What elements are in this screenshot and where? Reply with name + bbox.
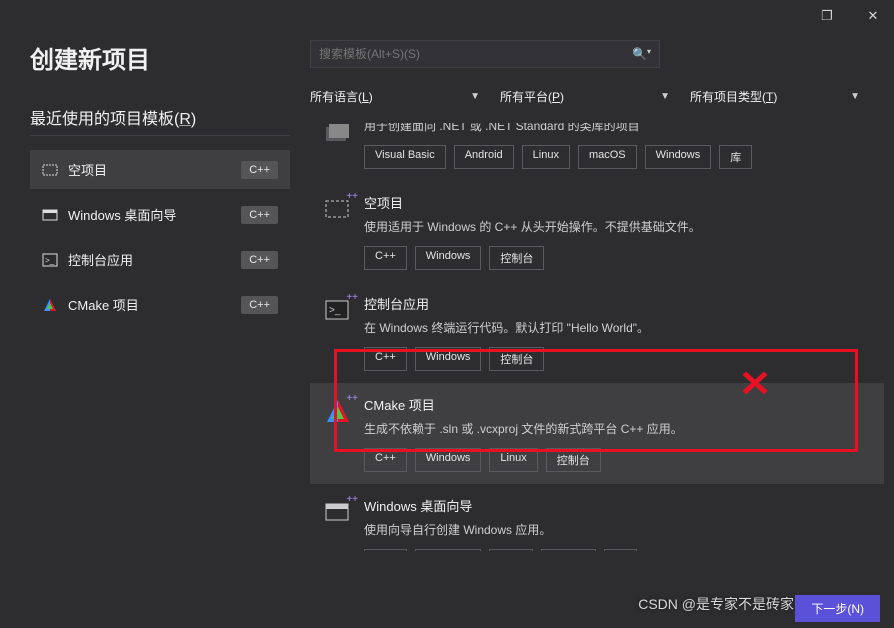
recent-item-label: CMake 项目 <box>68 295 139 314</box>
template-title: 控制台应用 <box>364 294 649 313</box>
template-icon <box>42 297 58 313</box>
template-tag: Windows <box>415 549 482 551</box>
template-item-console[interactable]: >_++ 控制台应用在 Windows 终端运行代码。默认打印 "Hello W… <box>310 282 884 383</box>
recent-item-3[interactable]: CMake 项目 C++ <box>30 285 290 324</box>
plus-badge-icon: ++ <box>346 191 358 202</box>
plus-badge-icon: ++ <box>346 292 358 303</box>
plus-badge-icon: ++ <box>346 494 358 505</box>
search-icon[interactable]: 🔍▾ <box>632 47 651 61</box>
template-icon <box>42 162 58 178</box>
next-button[interactable]: 下一步(N) <box>795 595 880 622</box>
template-item-cmake[interactable]: ++ CMake 项目生成不依赖于 .sln 或 .vcxproj 文件的新式跨… <box>310 383 884 484</box>
svg-text:>_: >_ <box>45 256 55 265</box>
filter-dropdown-0[interactable]: 所有语言(L) ▼ <box>310 86 480 107</box>
template-icon: ++ <box>324 498 352 526</box>
template-tag: C++ <box>364 347 407 371</box>
plus-badge-icon: ++ <box>346 393 358 404</box>
template-icon: >_++ <box>324 296 352 324</box>
template-icon: >_ <box>42 252 58 268</box>
search-templates[interactable]: 🔍▾ <box>310 40 660 68</box>
template-tag: Visual Basic <box>364 145 446 169</box>
filter-dropdown-2[interactable]: 所有项目类型(T) ▼ <box>690 86 860 107</box>
template-tag: 控制台 <box>489 246 544 270</box>
template-desc: 使用适用于 Windows 的 C++ 从头开始操作。不提供基础文件。 <box>364 218 701 236</box>
template-item-desktop[interactable]: ++ Windows 桌面向导使用向导自行创建 Windows 应用。 C++ Wi… <box>310 484 884 551</box>
lang-badge: C++ <box>241 296 278 314</box>
template-desc: 在 Windows 终端运行代码。默认打印 "Hello World"。 <box>364 319 649 337</box>
chevron-down-icon: ▼ <box>470 91 480 102</box>
template-item-classlib[interactable]: + 用于创建面向 .NET 或 .NET Standard 的类库的项目 Visu… <box>310 123 884 181</box>
recent-item-label: 控制台应用 <box>68 250 133 269</box>
restore-button[interactable]: ❐ <box>814 3 840 29</box>
chevron-down-icon: ▼ <box>660 91 670 102</box>
template-title: CMake 项目 <box>364 395 683 414</box>
template-tag: macOS <box>578 145 637 169</box>
template-list: + 用于创建面向 .NET 或 .NET Standard 的类库的项目 Visu… <box>310 123 894 551</box>
filter-label: 所有项目类型(T) <box>690 88 777 105</box>
template-desc: 使用向导自行创建 Windows 应用。 <box>364 521 637 539</box>
recent-item-0[interactable]: 空项目 C++ <box>30 150 290 189</box>
svg-text:>_: >_ <box>329 305 341 316</box>
lang-badge: C++ <box>241 161 278 179</box>
template-title: Windows 桌面向导 <box>364 496 637 515</box>
template-icon: + <box>324 123 352 147</box>
template-desc: 生成不依赖于 .sln 或 .vcxproj 文件的新式跨平台 C++ 应用。 <box>364 420 683 438</box>
template-title: 空项目 <box>364 193 701 212</box>
recent-item-label: Windows 桌面向导 <box>68 205 176 224</box>
template-tag: 桌面 <box>489 549 533 551</box>
template-icon <box>42 207 58 223</box>
template-tag: 库 <box>604 549 637 551</box>
filter-label: 所有语言(L) <box>310 88 373 105</box>
template-tag: Windows <box>415 246 482 270</box>
titlebar: ❐ ✕ <box>0 0 894 32</box>
template-tag: 控制台 <box>546 448 601 472</box>
template-tag: Windows <box>415 347 482 371</box>
template-tag: 控制台 <box>541 549 596 551</box>
template-tag: Android <box>454 145 514 169</box>
template-tag: Linux <box>489 448 537 472</box>
recent-item-1[interactable]: Windows 桌面向导 C++ <box>30 195 290 234</box>
template-tag: C++ <box>364 246 407 270</box>
recent-item-2[interactable]: >_ 控制台应用 C++ <box>30 240 290 279</box>
chevron-down-icon: ▼ <box>850 91 860 102</box>
watermark: CSDN @是专家不是砖家 <box>638 594 794 614</box>
template-item-empty[interactable]: ++ 空项目使用适用于 Windows 的 C++ 从头开始操作。不提供基础文件… <box>310 181 884 282</box>
filter-label: 所有平台(P) <box>500 88 564 105</box>
template-tag: 控制台 <box>489 347 544 371</box>
recent-item-label: 空项目 <box>68 160 107 179</box>
close-button[interactable]: ✕ <box>860 3 886 29</box>
template-icon: ++ <box>324 195 352 223</box>
template-tag: Linux <box>522 145 570 169</box>
template-desc: 用于创建面向 .NET 或 .NET Standard 的类库的项目 <box>364 123 752 135</box>
template-icon: ++ <box>324 397 352 425</box>
page-title: 创建新项目 <box>30 40 290 75</box>
lang-badge: C++ <box>241 251 278 269</box>
plus-badge-icon: + <box>352 123 358 126</box>
template-tag: C++ <box>364 448 407 472</box>
template-tag: C++ <box>364 549 407 551</box>
template-tag: 库 <box>719 145 752 169</box>
template-tag: Windows <box>645 145 712 169</box>
lang-badge: C++ <box>241 206 278 224</box>
recent-heading: 最近使用的项目模板(R) <box>30 105 290 136</box>
search-input[interactable] <box>319 47 632 61</box>
filter-dropdown-1[interactable]: 所有平台(P) ▼ <box>500 86 670 107</box>
template-tag: Windows <box>415 448 482 472</box>
